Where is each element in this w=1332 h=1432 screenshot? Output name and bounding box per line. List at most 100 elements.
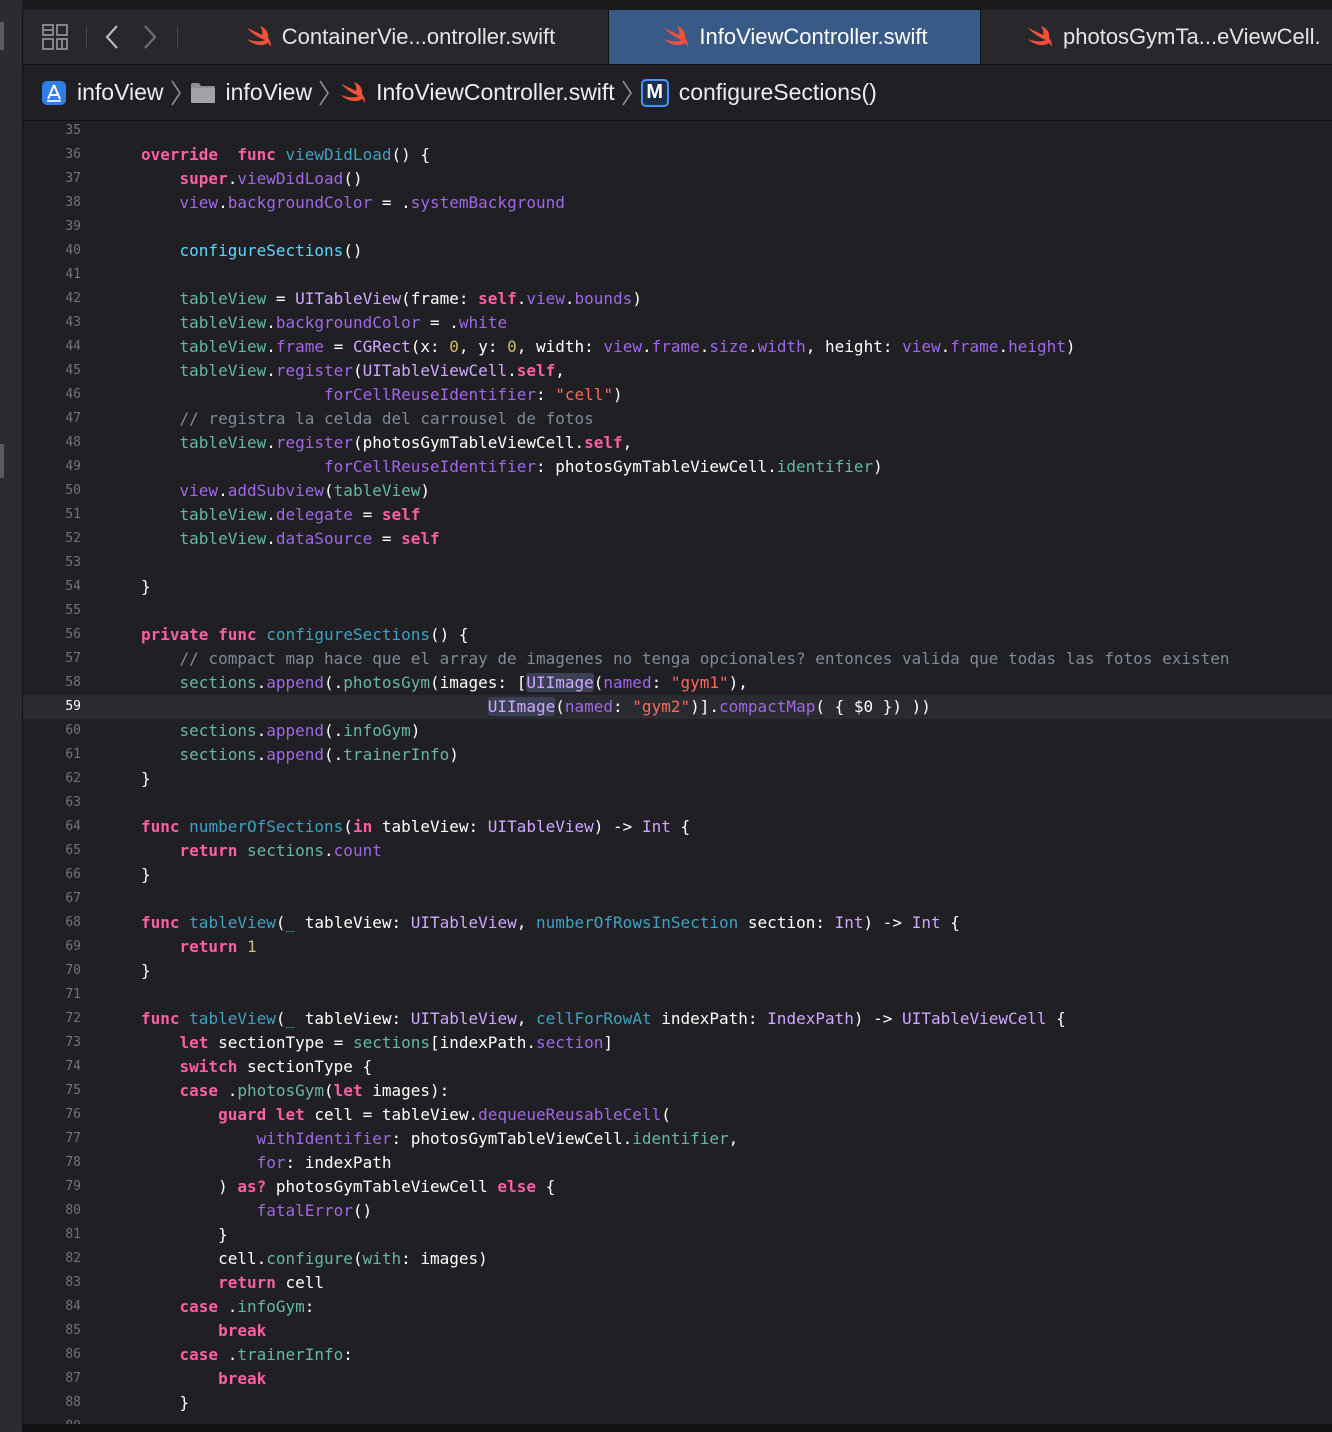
code-line[interactable]: 73 let sectionType = sections[indexPath.…	[23, 1031, 1332, 1055]
code-text: func numberOfSections(in tableView: UITa…	[141, 815, 690, 839]
code-line[interactable]: 37 super.viewDidLoad()	[23, 167, 1332, 191]
code-line[interactable]: 80 fatalError()	[23, 1199, 1332, 1223]
code-line[interactable]: 38 view.backgroundColor = .systemBackgro…	[23, 191, 1332, 215]
code-line[interactable]: 59 UIImage(named: "gym2")].compactMap( {…	[23, 695, 1332, 719]
code-line[interactable]: 82 cell.configure(with: images)	[23, 1247, 1332, 1271]
code-token: {	[535, 1177, 556, 1196]
code-line[interactable]: 45 tableView.register(UITableViewCell.se…	[23, 359, 1332, 383]
code-token: white	[458, 313, 508, 332]
code-token: case	[179, 1081, 219, 1100]
code-token: view	[179, 481, 219, 500]
tab-photos-gym-table-view-cell[interactable]: photosGymTa...eViewCell.	[981, 10, 1332, 64]
code-line[interactable]: 65 return sections.count	[23, 839, 1332, 863]
breadcrumb-method[interactable]: M configureSections()	[640, 78, 877, 107]
code-token: )	[632, 289, 642, 308]
code-line[interactable]: 40 configureSections()	[23, 239, 1332, 263]
code-line[interactable]: 52 tableView.dataSource = self	[23, 527, 1332, 551]
tab-info-view-controller[interactable]: InfoViewController.swift	[609, 10, 981, 64]
code-token: view	[179, 193, 219, 212]
code-line[interactable]: 79 ) as? photosGymTableViewCell else {	[23, 1175, 1332, 1199]
code-token: fatalError	[256, 1201, 353, 1220]
code-line[interactable]: 75 case .photosGym(let images):	[23, 1079, 1332, 1103]
back-chevron-icon[interactable]	[97, 10, 127, 64]
code-line[interactable]: 84 case .infoGym:	[23, 1295, 1332, 1319]
code-token: (	[661, 1105, 671, 1124]
code-line[interactable]: 51 tableView.delegate = self	[23, 503, 1332, 527]
code-line[interactable]: 46 forCellReuseIdentifier: "cell")	[23, 383, 1332, 407]
code-token: sections	[179, 745, 257, 764]
code-line[interactable]: 48 tableView.register(photosGymTableView…	[23, 431, 1332, 455]
code-line[interactable]: 47 // registra la celda del carrousel de…	[23, 407, 1332, 431]
code-line[interactable]: 70}	[23, 959, 1332, 983]
code-line[interactable]: 39	[23, 215, 1332, 239]
code-line[interactable]: 64 func numberOfSections(in tableView: UI…	[23, 815, 1332, 839]
code-token: CGRect	[352, 337, 411, 356]
code-line[interactable]: 86 case .trainerInfo:	[23, 1343, 1332, 1367]
code-line[interactable]: 44 tableView.frame = CGRect(x: 0, y: 0, …	[23, 335, 1332, 359]
code-token: (	[343, 817, 353, 836]
code-line[interactable]: 89	[23, 1415, 1332, 1424]
code-token: override	[141, 145, 219, 164]
code-text: let sectionType = sections[indexPath.sec…	[141, 1031, 614, 1055]
code-token: {	[1046, 1009, 1066, 1028]
code-text: }	[141, 863, 151, 887]
code-line[interactable]: 35	[23, 121, 1332, 143]
code-line[interactable]: 66}	[23, 863, 1332, 887]
code-text: return sections.count	[141, 839, 382, 863]
related-items-grid-icon[interactable]	[35, 10, 75, 64]
code-line[interactable]: 69 return 1	[23, 935, 1332, 959]
code-text: view.addSubview(tableView)	[141, 479, 430, 503]
code-token: (.	[324, 673, 344, 692]
code-line[interactable]: 58 sections.append(.photosGym(images: [U…	[23, 671, 1332, 695]
forward-chevron-icon[interactable]	[135, 10, 165, 64]
line-number: 84	[65, 1299, 81, 1314]
code-line[interactable]: 60 sections.append(.infoGym)	[23, 719, 1332, 743]
code-line[interactable]: 88 }	[23, 1391, 1332, 1415]
breadcrumb-file[interactable]: InfoViewController.swift	[338, 79, 615, 106]
code-token: 0	[507, 337, 517, 356]
breadcrumb-folder[interactable]: infoView	[190, 79, 312, 106]
code-line[interactable]: 54}	[23, 575, 1332, 599]
code-line[interactable]: 42 tableView = UITableView(frame: self.v…	[23, 287, 1332, 311]
code-line[interactable]: 83 return cell	[23, 1271, 1332, 1295]
code-line[interactable]: 50 view.addSubview(tableView)	[23, 479, 1332, 503]
code-token: .	[266, 361, 276, 380]
code-line[interactable]: 61 sections.append(.trainerInfo)	[23, 743, 1332, 767]
code-token: (x:	[410, 337, 450, 356]
code-line[interactable]: 36 override func viewDidLoad() {	[23, 143, 1332, 167]
code-line[interactable]: 49 forCellReuseIdentifier: photosGymTabl…	[23, 455, 1332, 479]
tab-container-view-controller[interactable]: ContainerVie...ontroller.swift	[191, 10, 609, 64]
code-line[interactable]: 71	[23, 983, 1332, 1007]
code-line[interactable]: 68 func tableView(_ tableView: UITableVie…	[23, 911, 1332, 935]
code-line[interactable]: 67	[23, 887, 1332, 911]
code-line[interactable]: 77 withIdentifier: photosGymTableViewCel…	[23, 1127, 1332, 1151]
code-line[interactable]: 78 for: indexPath	[23, 1151, 1332, 1175]
code-line[interactable]: 43 tableView.backgroundColor = .white	[23, 311, 1332, 335]
breadcrumb-project[interactable]: infoView	[41, 79, 164, 106]
code-token: addSubview	[227, 481, 325, 500]
source-editor[interactable]: 35 36 override func viewDidLoad() {37 supe…	[23, 121, 1332, 1424]
code-line[interactable]: 53	[23, 551, 1332, 575]
code-line[interactable]: 72 func tableView(_ tableView: UITableVie…	[23, 1007, 1332, 1031]
code-line[interactable]: 63	[23, 791, 1332, 815]
line-number: 62	[65, 771, 81, 786]
code-line[interactable]: 57 // compact map hace que el array de i…	[23, 647, 1332, 671]
code-line[interactable]: 41	[23, 263, 1332, 287]
code-token: named	[564, 697, 614, 716]
code-line[interactable]: 81 }	[23, 1223, 1332, 1247]
code-token: .	[266, 433, 276, 452]
code-line[interactable]: 76 guard let cell = tableView.dequeueReu…	[23, 1103, 1332, 1127]
code-line[interactable]: 87 break	[23, 1367, 1332, 1391]
code-line[interactable]: 74 switch sectionType {	[23, 1055, 1332, 1079]
code-line[interactable]: 62}	[23, 767, 1332, 791]
code-token: with	[362, 1249, 402, 1268]
code-line[interactable]: 85 break	[23, 1319, 1332, 1343]
code-line[interactable]: 55	[23, 599, 1332, 623]
code-line[interactable]: 56 private func configureSections() {	[23, 623, 1332, 647]
tab-bar: ContainerVie...ontroller.swift InfoViewC…	[23, 10, 1332, 65]
code-token: tableView	[333, 481, 421, 500]
